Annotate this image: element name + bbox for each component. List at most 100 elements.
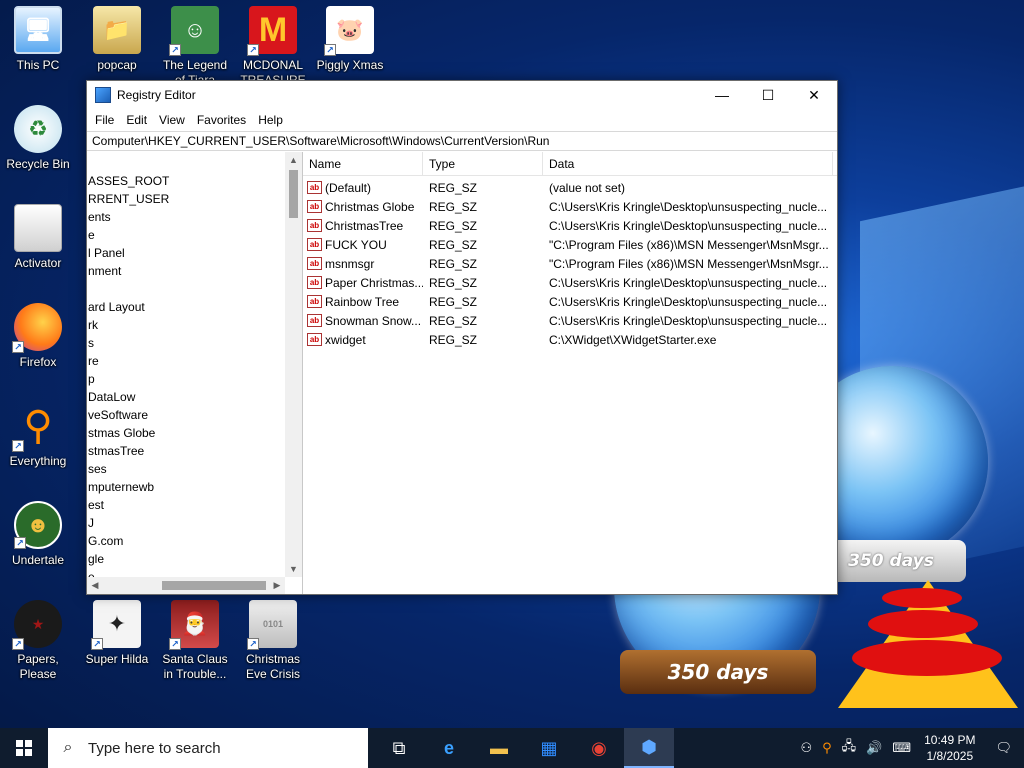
scroll-up-arrow-icon[interactable]: ▲ — [285, 152, 302, 168]
tree-item[interactable]: stmasTree — [87, 442, 285, 460]
desktop-icon-activator[interactable]: Activator — [0, 204, 76, 271]
tree-vertical-scrollbar[interactable]: ▲ ▼ — [285, 152, 302, 577]
value-name: FUCK YOU — [325, 237, 387, 252]
desktop-icon-super-hilda[interactable]: ✦ ↗ Super Hilda — [79, 600, 155, 667]
tree-item[interactable]: l Panel — [87, 244, 285, 262]
registry-value-row[interactable]: ab msnmsgr REG_SZ "C:\Program Files (x86)\M… — [303, 254, 837, 273]
value-name-cell: ab Rainbow Tree — [303, 295, 423, 309]
file-explorer-icon[interactable]: ▬ — [474, 728, 524, 768]
registry-editor-window[interactable]: Registry Editor — ☐ ✕ File Edit View Fav… — [86, 80, 838, 595]
santa-icon: 🎅 ↗ — [169, 600, 219, 650]
scroll-down-arrow-icon[interactable]: ▼ — [285, 561, 302, 577]
tree-item[interactable]: DataLow — [87, 388, 285, 406]
desktop-icon-santa-claus[interactable]: 🎅↗ Santa Claus in Trouble... A... — [157, 600, 233, 682]
desktop-icon-christmas-eve-crisis[interactable]: 0101 ↗ Christmas Eve Crisis — [235, 600, 311, 682]
computer-icon: 🖥 — [14, 6, 62, 54]
column-header-type[interactable]: Type — [423, 151, 543, 176]
menu-favorites[interactable]: Favorites — [191, 113, 252, 127]
title-bar[interactable]: Registry Editor — ☐ ✕ — [87, 81, 837, 109]
desktop-icon-piggly[interactable]: 🐷 ↗ Piggly Xmas — [312, 6, 388, 73]
task-view-icon[interactable]: ⧉ — [374, 728, 424, 768]
value-data: C:\Users\Kris Kringle\Desktop\unsuspecti… — [549, 313, 828, 328]
registry-value-row[interactable]: ab (Default) REG_SZ (value not set) — [303, 178, 837, 197]
registry-value-row[interactable]: ab xwidget REG_SZ C:\XWidget\XWidgetStarter… — [303, 330, 837, 349]
tree-item[interactable]: G.com — [87, 532, 285, 550]
desktop-icon-popcap[interactable]: 📁 popcap — [79, 6, 155, 73]
menu-help[interactable]: Help — [252, 113, 289, 127]
tree-coil-icon — [882, 588, 962, 608]
start-button[interactable] — [0, 728, 48, 768]
window-title: Registry Editor — [117, 88, 196, 102]
registry-value-row[interactable]: ab FUCK YOU REG_SZ "C:\Program Files (x86)\… — [303, 235, 837, 254]
tree-item[interactable]: p — [87, 370, 285, 388]
desktop-icon-label: Everything — [9, 454, 67, 468]
notifications-icon[interactable]: 🗨 — [983, 740, 1024, 756]
tree-item[interactable]: ASSES_ROOT — [87, 172, 285, 190]
menu-edit[interactable]: Edit — [120, 113, 153, 127]
desktop-icon-mcdonal[interactable]: M↗ MCDONAL TREASURE — [235, 6, 311, 88]
tree-horizontal-scrollbar[interactable]: ◀ ▶ — [87, 577, 285, 594]
volume-icon[interactable]: 🔊 — [861, 740, 887, 756]
tree-item[interactable]: ard Layout — [87, 298, 285, 316]
column-header-name[interactable]: Name — [303, 151, 423, 176]
edge-icon[interactable]: e — [424, 728, 474, 768]
chrome-icon[interactable]: ◉ — [574, 728, 624, 768]
keyboard-icon[interactable]: ⌨ — [887, 740, 916, 756]
tree-item[interactable]: veSoftware — [87, 406, 285, 424]
scroll-right-arrow-icon[interactable]: ▶ — [269, 577, 285, 594]
desktop-icon-label: Firefox — [19, 355, 57, 369]
clock[interactable]: 10:49 PM 1/8/2025 — [916, 732, 983, 764]
tree-item[interactable]: mputernewb — [87, 478, 285, 496]
store-icon[interactable]: ▦ — [524, 728, 574, 768]
tree-item[interactable]: re — [87, 352, 285, 370]
address-bar[interactable]: Computer\HKEY_CURRENT_USER\Software\Micr… — [87, 131, 837, 151]
desktop-icon-recycle-bin[interactable]: ♻ Recycle Bin — [0, 105, 76, 172]
tree-item[interactable]: gle — [87, 550, 285, 568]
key-tree-pane[interactable]: ASSES_ROOT RRENT_USER ents e l Panel nment ard… — [87, 152, 303, 594]
maximize-button[interactable]: ☐ — [745, 81, 791, 109]
tree-item[interactable]: rk — [87, 316, 285, 334]
desktop-icon-firefox[interactable]: ↗ Firefox — [0, 303, 76, 370]
desktop-icon-legend[interactable]: ☺↗ The Legend of Tiara — [157, 6, 233, 88]
scroll-left-arrow-icon[interactable]: ◀ — [87, 577, 103, 594]
registry-value-row[interactable]: ab Snowman Snow... REG_SZ C:\Users\Kris Kri… — [303, 311, 837, 330]
people-icon[interactable]: ⚇ — [795, 740, 817, 756]
windows-logo-icon — [16, 740, 32, 756]
taskbar-search-box[interactable]: ⌕ Type here to search — [48, 728, 368, 768]
desktop-icon-everything[interactable]: ⚲ ↗ Everything — [0, 402, 76, 469]
tree-item[interactable]: RRENT_USER — [87, 190, 285, 208]
everything-tray-icon[interactable]: ⚲ — [817, 740, 837, 756]
regedit-icon[interactable]: ⬢ — [624, 728, 674, 768]
registry-value-row[interactable]: ab Paper Christmas... REG_SZ C:\Users\Kris … — [303, 273, 837, 292]
undertale-icon: ☻ ↗ — [14, 501, 62, 549]
string-value-icon: ab — [307, 257, 322, 270]
scrollbar-thumb[interactable] — [289, 170, 298, 218]
minimize-button[interactable]: — — [699, 81, 745, 109]
tree-item[interactable]: est — [87, 496, 285, 514]
value-name-cell: ab Christmas Globe — [303, 200, 423, 214]
registry-value-row[interactable]: ab Christmas Globe REG_SZ C:\Users\Kris Kri… — [303, 197, 837, 216]
recycle-bin-icon: ♻ — [14, 105, 62, 153]
tree-item[interactable]: ses — [87, 460, 285, 478]
menu-file[interactable]: File — [89, 113, 120, 127]
desktop-icon-papers-please[interactable]: ★ ↗ Papers, Please — [0, 600, 76, 682]
taskbar: ⌕ Type here to search ⧉ e ▬ ▦ ◉ ⬢ ⚇ ⚲ 🖧 … — [0, 728, 1024, 768]
shortcut-arrow-icon: ↗ — [169, 44, 181, 56]
tree-item[interactable]: ents — [87, 208, 285, 226]
desktop-icon-this-pc[interactable]: 🖥 This PC — [0, 6, 76, 73]
tree-item[interactable]: J — [87, 514, 285, 532]
registry-value-row[interactable]: ab ChristmasTree REG_SZ C:\Users\Kris Kring… — [303, 216, 837, 235]
tree-item[interactable]: stmas Globe — [87, 424, 285, 442]
registry-value-row[interactable]: ab Rainbow Tree REG_SZ C:\Users\Kris Kringl… — [303, 292, 837, 311]
desktop-icon-undertale[interactable]: ☻ ↗ Undertale — [0, 501, 76, 568]
menu-view[interactable]: View — [153, 113, 191, 127]
tree-item[interactable]: nment — [87, 262, 285, 280]
network-icon[interactable]: 🖧 — [837, 737, 862, 759]
values-list-pane[interactable]: Name Type Data ab (Default) REG_SZ (value n… — [303, 151, 837, 594]
tree-item[interactable] — [87, 280, 285, 298]
tree-item[interactable]: s — [87, 334, 285, 352]
tree-item[interactable]: e — [87, 226, 285, 244]
close-button[interactable]: ✕ — [791, 81, 837, 109]
column-header-data[interactable]: Data — [543, 151, 833, 176]
scrollbar-thumb[interactable] — [162, 581, 266, 590]
